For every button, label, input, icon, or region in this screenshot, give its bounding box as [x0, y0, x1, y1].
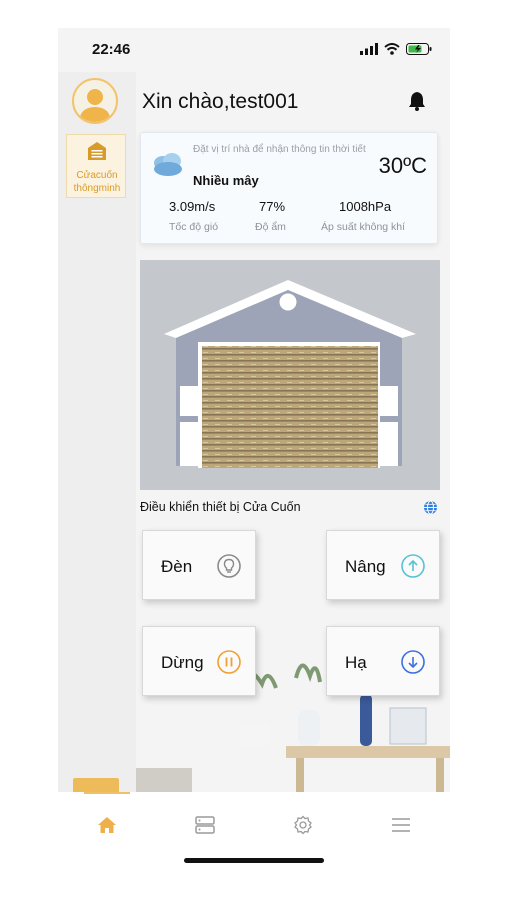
bulb-icon — [217, 554, 241, 578]
battery-icon — [406, 43, 432, 55]
nav-active-indicator — [84, 792, 130, 794]
weather-condition: Nhiều mây — [193, 173, 259, 188]
home-icon — [98, 817, 116, 833]
status-bar: 22:46 — [58, 28, 450, 72]
status-time: 22:46 — [92, 41, 131, 58]
home-indicator[interactable] — [184, 858, 324, 863]
menu-icon — [392, 818, 410, 832]
garage-door-illustration — [140, 260, 440, 490]
sidebar-item-device[interactable]: Cửacuốn thôngminh — [66, 134, 126, 198]
nav-devices[interactable] — [190, 810, 220, 840]
stop-button-label: Dừng — [161, 653, 204, 672]
settings-icon — [294, 815, 312, 835]
bell-icon — [409, 92, 425, 111]
control-section-title: Điều khiển thiết bị Cửa Cuốn — [140, 500, 301, 514]
notification-button[interactable] — [408, 91, 426, 116]
weather-location-hint: Đặt vị trí nhà để nhận thông tin thời ti… — [193, 144, 366, 155]
wind-speed-label: Tốc độ gió — [169, 221, 219, 233]
wind-speed-value: 3.09m/s — [169, 199, 216, 214]
stop-button[interactable]: Dừng — [142, 626, 256, 696]
lower-button[interactable]: Hạ — [326, 626, 440, 696]
humidity-value: 77% — [259, 199, 286, 214]
garage-door-icon — [88, 142, 106, 160]
nav-home[interactable] — [92, 810, 122, 840]
pressure-value: 1008hPa — [339, 199, 392, 214]
wifi-icon — [384, 43, 400, 55]
weather-temperature: 30ºC — [378, 153, 427, 178]
devices-icon — [195, 816, 215, 834]
humidity-label: Độ ẩm — [255, 221, 286, 233]
bottom-nav — [58, 792, 450, 868]
light-button-label: Đèn — [161, 557, 193, 576]
garage-house-image — [140, 260, 440, 490]
sidebar-item-label: Cửacuốn thôngminh — [73, 170, 121, 194]
user-avatar-icon — [79, 89, 111, 122]
raise-button-label: Nâng — [345, 557, 386, 576]
light-button[interactable]: Đèn — [142, 530, 256, 600]
nav-settings[interactable] — [288, 810, 318, 840]
raise-button[interactable]: Nâng — [326, 530, 440, 600]
arrow-up-icon — [401, 554, 425, 578]
signal-icon — [360, 43, 378, 55]
arrow-down-icon — [401, 650, 425, 674]
greeting-title: Xin chào,test001 — [142, 90, 299, 113]
status-icons — [360, 43, 432, 55]
lower-button-label: Hạ — [345, 653, 367, 672]
pressure-label: Áp suất không khí — [321, 221, 406, 233]
language-button[interactable] — [423, 500, 438, 520]
sidebar: Cửacuốn thôngminh + — [58, 72, 136, 822]
weather-card[interactable]: Đặt vị trí nhà để nhận thông tin thời ti… — [140, 132, 438, 244]
nav-menu[interactable] — [386, 810, 416, 840]
app-screen: 22:46 Cửacuốn thôngminh Xin chào,test001… — [58, 28, 450, 868]
avatar[interactable] — [72, 78, 118, 124]
cloud-icon — [154, 153, 182, 176]
globe-icon — [424, 500, 437, 515]
pause-icon — [217, 650, 241, 674]
